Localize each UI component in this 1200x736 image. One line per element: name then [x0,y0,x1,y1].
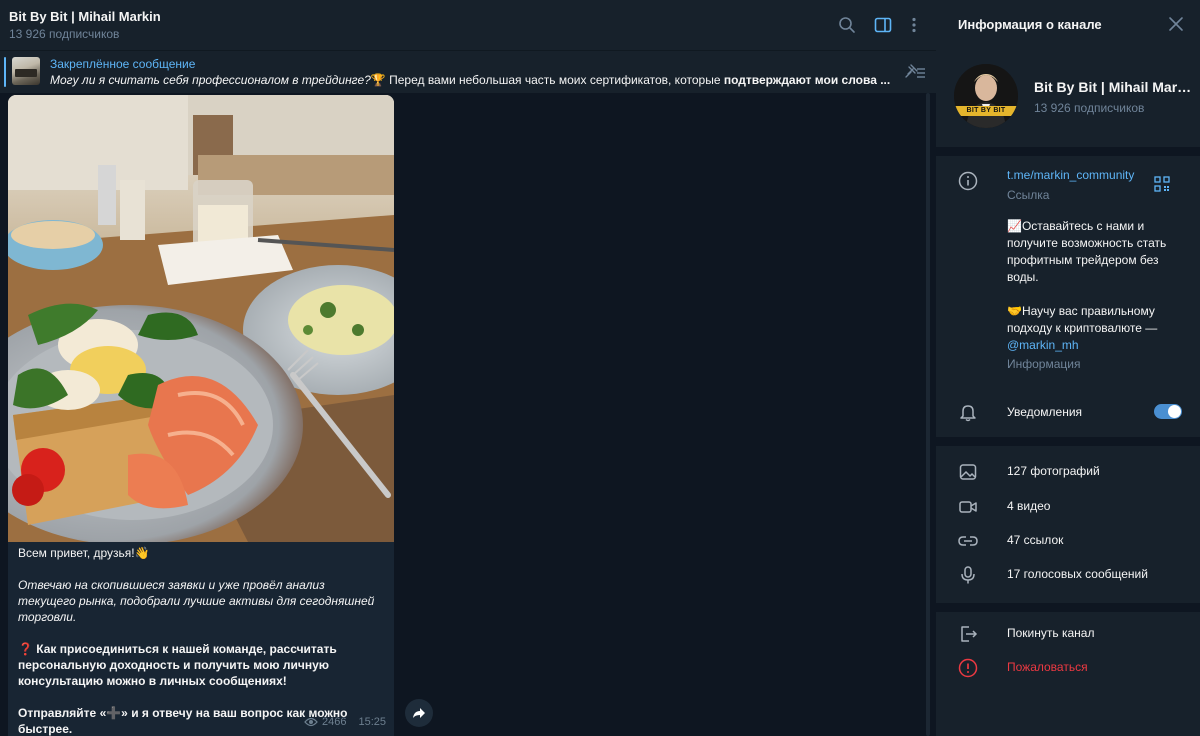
media-label: 47 ссылок [1007,533,1064,547]
description-paragraph-1: 📈Оставайтесь с нами и получите возможнос… [1007,219,1167,284]
pinned-emoji: 🏆 [370,73,386,87]
channel-description: 📈Оставайтесь с нами и получите возможнос… [1007,218,1187,354]
pinned-text-italic: Могу ли я считать себя профессионалом в … [50,73,371,87]
pinned-text-bold: подтверждают мои слова ... [723,73,890,87]
bell-icon [958,402,978,422]
channel-avatar-image [954,64,1018,128]
channel-subscribers: 13 926 подписчиков [1034,101,1145,115]
channel-avatar[interactable]: BIT BY BIT [954,64,1018,128]
report-button[interactable]: Пожаловаться [936,652,1200,682]
avatar-logo-text: BIT BY BIT [966,107,1006,114]
microphone-icon [961,566,975,584]
notifications-label: Уведомления [1007,405,1083,419]
message-bubble[interactable]: Всем привет, друзья!👋 Отвечаю на скопивш… [8,95,394,736]
message-time: 15:25 [358,716,386,728]
media-row-videos[interactable]: 4 видео [936,491,1200,521]
close-icon [1169,17,1183,31]
leave-channel-label: Покинуть канал [1007,626,1095,640]
chat-subscribers: 13 926 подписчиков [9,27,120,41]
forward-arrow-icon [413,708,425,718]
message-meta: 2466 15:25 [304,716,386,728]
media-row-voice[interactable]: 17 голосовых сообщений [936,559,1200,589]
leave-channel-button[interactable]: Покинуть канал [936,618,1200,648]
views-eye-icon [304,717,318,727]
report-label: Пожаловаться [1007,660,1088,674]
leave-icon [961,626,978,642]
chat-view: Bit By Bit | Mihail Markin 13 926 подпис… [0,0,936,736]
pinned-list-button[interactable] [902,63,926,81]
link-icon [958,536,978,546]
message-photo[interactable] [8,95,394,542]
link-caption: Ссылка [1007,188,1050,202]
close-panel-button[interactable] [1166,14,1186,34]
search-button[interactable] [835,13,859,37]
media-label: 127 фотографий [1007,464,1100,478]
message-views: 2466 [321,716,347,728]
message-text: Всем привет, друзья!👋 Отвечаю на скопивш… [18,545,384,736]
pinned-thumbnail [12,57,40,85]
notifications-toggle[interactable] [1154,404,1182,419]
description-paragraph-2: 🤝Научу вас правильному подходу к криптов… [1007,303,1187,354]
pinned-message-bar[interactable]: Закреплённое сообщение Могу ли я считать… [0,50,936,93]
info-icon [958,171,978,191]
pinned-text: Могу ли я считать себя профессионалом в … [50,73,890,87]
sidebar-toggle-icon [874,17,892,33]
description-paragraph-2-text: 🤝Научу вас правильному подходу к криптов… [1007,304,1158,335]
panel-title: Информация о канале [958,17,1102,32]
search-icon [839,17,855,33]
report-warning-icon [958,658,978,678]
pinned-title: Закреплённое сообщение [50,57,196,71]
media-label: 4 видео [1007,499,1051,513]
section-divider [936,147,1200,156]
message-greeting: Всем привет, друзья!👋 [18,546,150,560]
chat-header[interactable]: Bit By Bit | Mihail Markin 13 926 подпис… [0,0,936,50]
section-divider [936,437,1200,446]
section-divider [936,603,1200,612]
qr-code-button[interactable] [1154,176,1170,192]
more-button[interactable] [902,13,926,37]
media-row-links[interactable]: 47 ссылок [936,525,1200,555]
channel-name: Bit By Bit | Mihail Markin [1034,79,1194,95]
media-row-photos[interactable]: 127 фотографий [936,456,1200,486]
channel-info-panel: Информация о канале BIT BY BIT Bit By Bi… [936,0,1200,736]
pinned-text-plain: Перед вами небольшая часть моих сертифик… [385,73,724,87]
pin-list-icon [905,64,925,78]
telegram-window: Bit By Bit | Mihail Markin 13 926 подпис… [0,0,1200,736]
channel-link[interactable]: t.me/markin_community [1007,168,1134,182]
sidebar-toggle-button[interactable] [871,13,895,37]
forward-button[interactable] [405,699,433,727]
message-paragraph-1: Отвечаю на скопившиеся заявки и уже пров… [18,578,375,624]
food-photo-image [8,95,394,542]
chat-scrollbar[interactable] [926,93,930,736]
more-vertical-icon [912,17,916,33]
description-mention[interactable]: @markin_mh [1007,338,1079,352]
photo-icon [959,464,977,480]
pinned-indicator [4,57,6,87]
message-paragraph-3: Отправляйте «➕» и я отвечу на ваш вопрос… [18,706,348,736]
media-label: 17 голосовых сообщений [1007,567,1148,581]
qr-code-icon [1154,176,1170,192]
chat-title[interactable]: Bit By Bit | Mihail Markin [9,9,161,24]
video-icon [959,501,977,513]
message-paragraph-2: ❓ Как присоединиться к нашей команде, ра… [18,642,337,688]
description-caption: Информация [1007,357,1081,371]
